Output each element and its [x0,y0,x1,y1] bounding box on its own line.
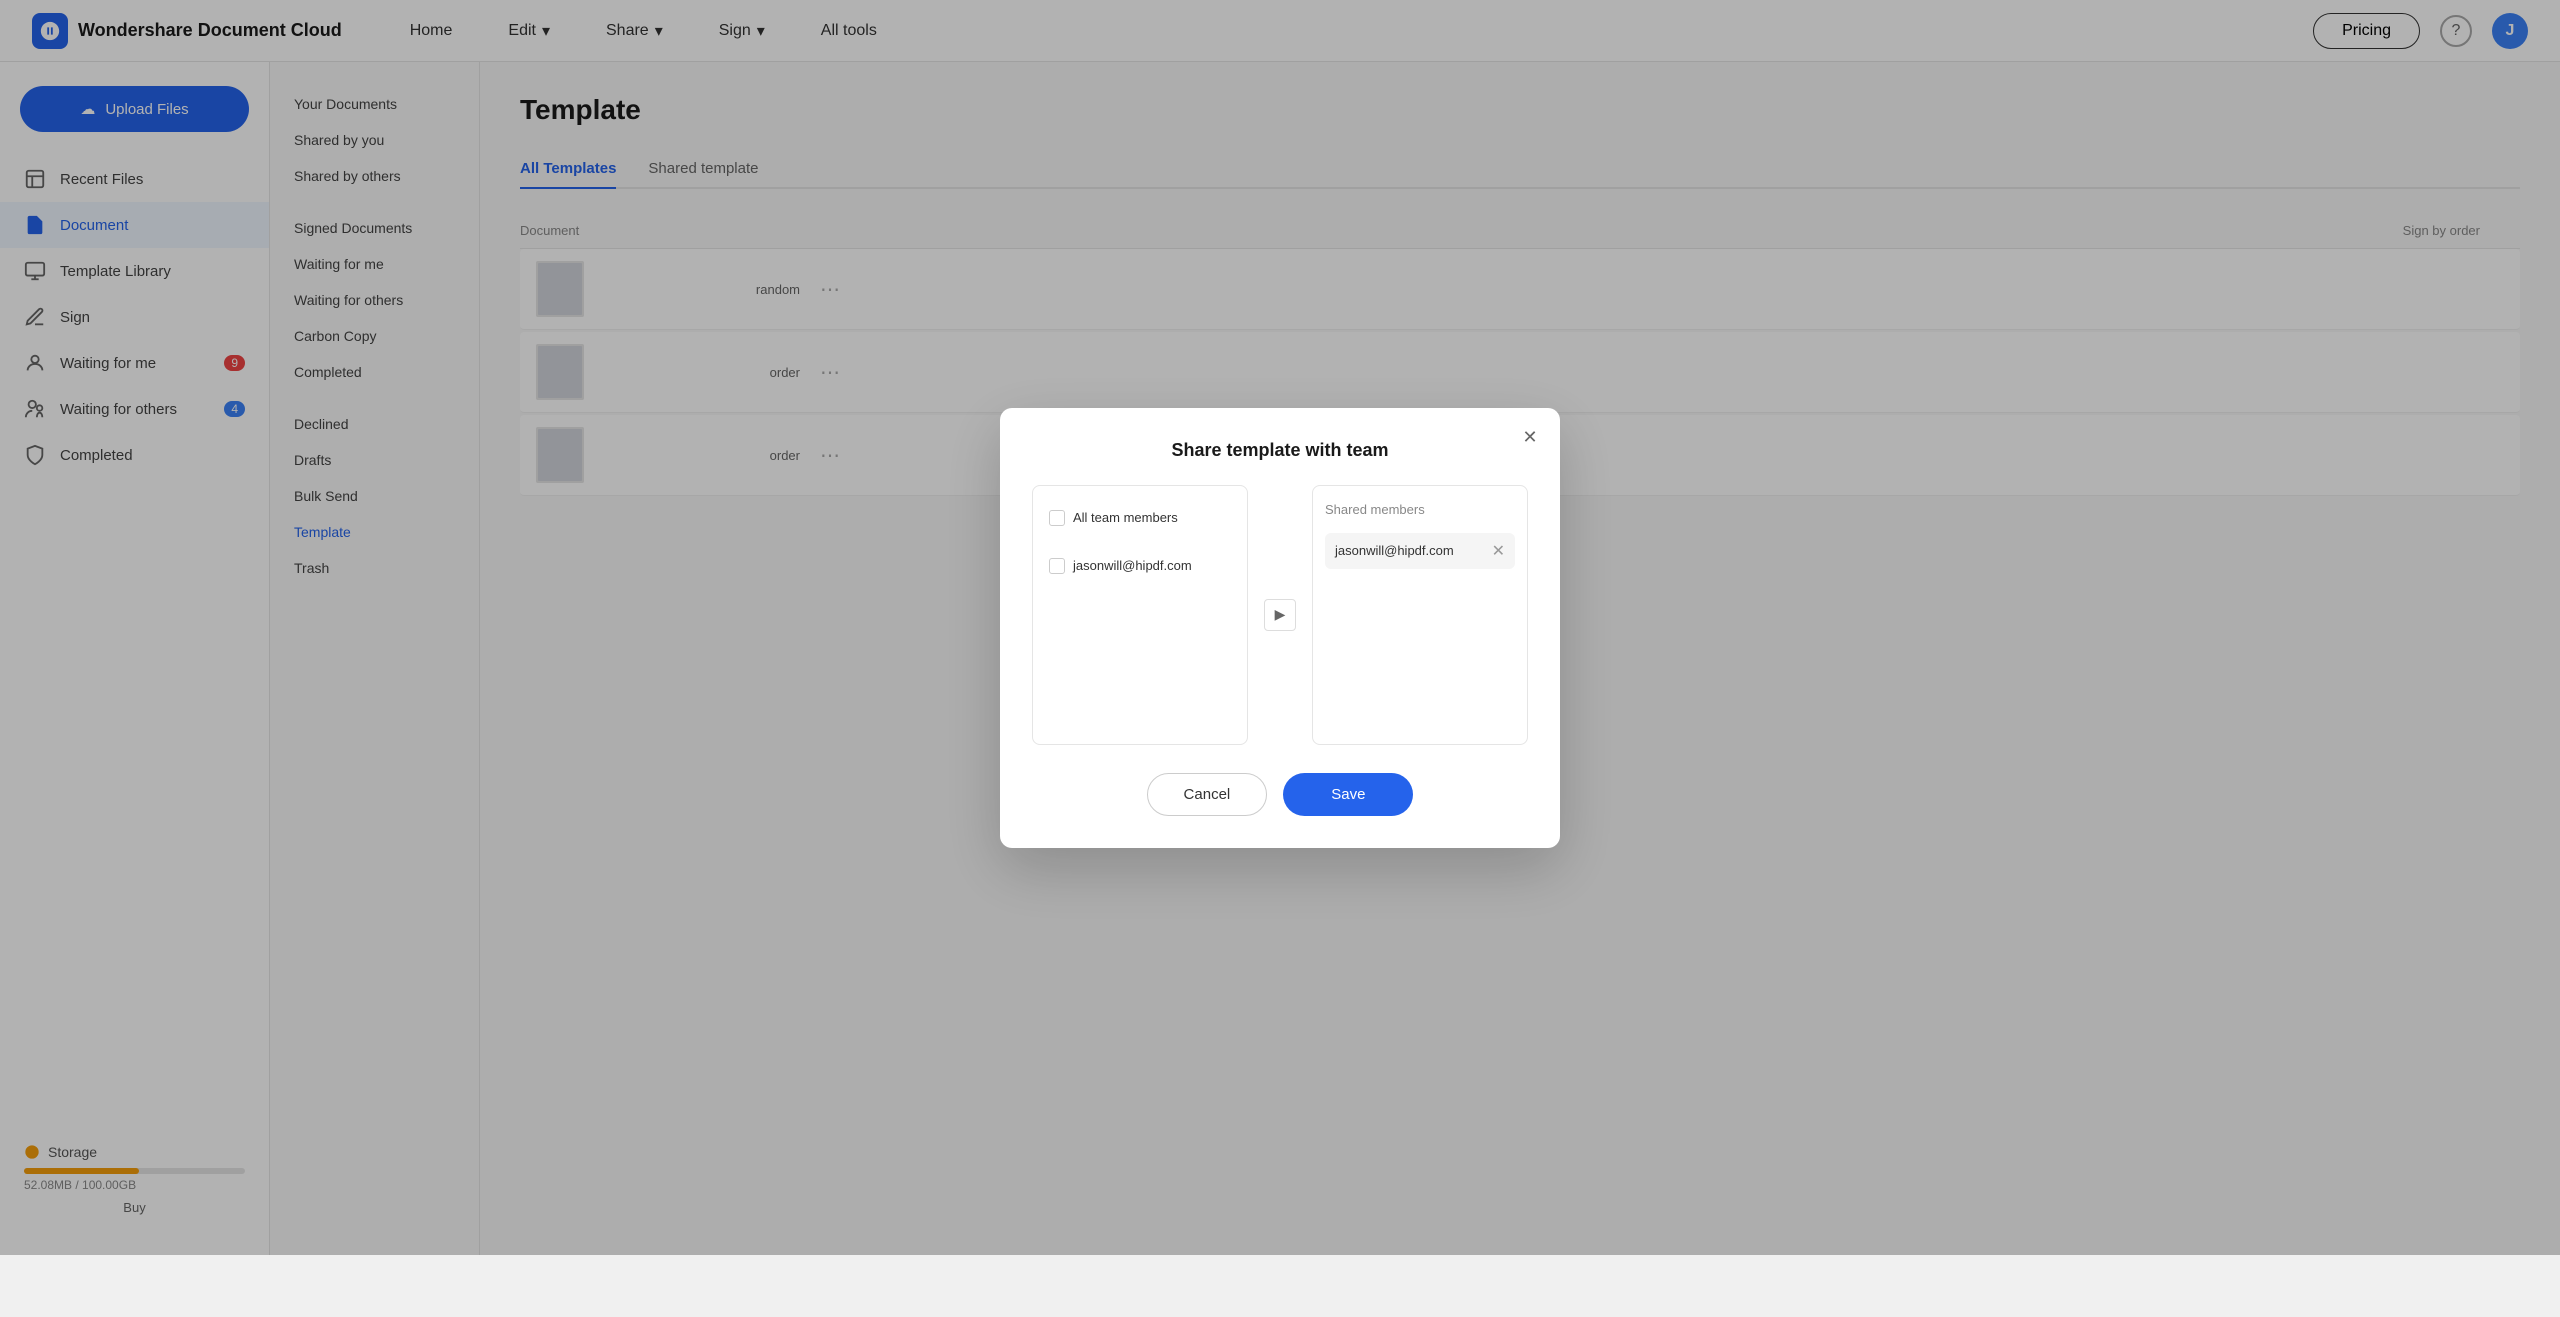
all-team-members-panel: All team members jasonwill@hipdf.com [1032,485,1248,745]
share-template-modal: Share template with team ✕ All team memb… [1000,408,1560,848]
modal-overlay: Share template with team ✕ All team memb… [0,0,2560,1255]
modal-actions: Cancel Save [1032,773,1528,816]
member-item[interactable]: jasonwill@hipdf.com [1045,550,1235,582]
transfer-button[interactable]: ▶ [1264,599,1296,631]
save-button[interactable]: Save [1283,773,1413,816]
all-members-header-item: All team members [1045,502,1235,534]
shared-member-item: jasonwill@hipdf.com ✕ [1325,533,1515,569]
shared-panel-header: Shared members [1325,498,1515,521]
remove-member-button[interactable]: ✕ [1492,541,1505,561]
modal-close-button[interactable]: ✕ [1516,424,1544,452]
modal-body: All team members jasonwill@hipdf.com ▶ S… [1032,485,1528,745]
cancel-button[interactable]: Cancel [1147,773,1268,816]
modal-title: Share template with team [1032,440,1528,461]
select-all-checkbox[interactable] [1049,510,1065,526]
shared-members-panel: Shared members jasonwill@hipdf.com ✕ [1312,485,1528,745]
member-checkbox[interactable] [1049,558,1065,574]
